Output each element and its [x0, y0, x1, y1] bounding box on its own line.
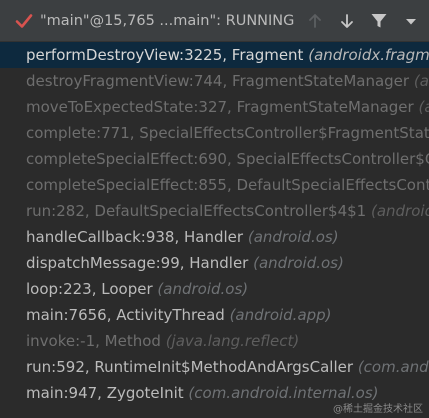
frame-package: (and	[418, 98, 429, 116]
stack-frame-row[interactable]: moveToExpectedState:327, FragmentStateMa…	[0, 94, 429, 120]
stack-frame-row[interactable]: performDestroyView:3225, Fragment (andro…	[0, 42, 429, 68]
frame-package: (android.app)	[229, 306, 332, 324]
stack-frame-row[interactable]: completeSpecialEffect:855, DefaultSpecia…	[0, 172, 429, 198]
filter-icon[interactable]	[369, 11, 389, 31]
frame-method: completeSpecialEffect:690, SpecialEffect…	[26, 150, 429, 168]
frame-package: (android.os)	[253, 254, 344, 272]
frame-method: run:592, RuntimeInit$MethodAndArgsCaller	[26, 358, 354, 376]
frame-method: completeSpecialEffect:855, DefaultSpecia…	[26, 176, 429, 194]
stack-frame-row[interactable]: invoke:-1, Method (java.lang.reflect)	[0, 328, 429, 354]
step-up-arrow-icon[interactable]	[305, 11, 325, 31]
frame-method: loop:223, Looper	[26, 280, 153, 298]
frame-package: (java.lang.reflect)	[165, 332, 300, 350]
stack-frame-row[interactable]: run:592, RuntimeInit$MethodAndArgsCaller…	[0, 354, 429, 380]
stack-frames-list: performDestroyView:3225, Fragment (andro…	[0, 42, 429, 418]
frame-method: performDestroyView:3225, Fragment	[26, 46, 304, 64]
frame-method: invoke:-1, Method	[26, 332, 161, 350]
stack-frame-row[interactable]: handleCallback:938, Handler (android.os)	[0, 224, 429, 250]
stack-frame-row[interactable]: run:282, DefaultSpecialEffectsController…	[0, 198, 429, 224]
stack-frame-row[interactable]: destroyFragmentView:744, FragmentStateMa…	[0, 68, 429, 94]
frame-method: destroyFragmentView:744, FragmentStateMa…	[26, 72, 410, 90]
dropdown-icon[interactable]	[401, 11, 421, 31]
step-down-arrow-icon[interactable]	[337, 11, 357, 31]
watermark: @稀土掘金技术社区	[333, 404, 423, 415]
frame-method: handleCallback:938, Handler	[26, 228, 244, 246]
frame-package: (androidx.fragmer	[308, 46, 429, 64]
frame-method: run:282, DefaultSpecialEffectsController…	[26, 202, 367, 220]
frame-package: (android.os)	[247, 228, 339, 246]
stack-frame-row[interactable]: main:7656, ActivityThread (android.app)	[0, 302, 429, 328]
stack-frame-row[interactable]: completeSpecialEffect:690, SpecialEffect…	[0, 146, 429, 172]
thread-selector[interactable]: "main"@15,765 ...main": RUNNING	[40, 0, 294, 42]
frame-method: moveToExpectedState:327, FragmentStateMa…	[26, 98, 414, 116]
check-icon	[15, 14, 33, 28]
frame-method: main:947, ZygoteInit	[26, 384, 184, 402]
stack-frame-row[interactable]: dispatchMessage:99, Handler (android.os)	[0, 250, 429, 276]
frame-package: (com.andro	[357, 358, 429, 376]
frame-method: main:7656, ActivityThread	[26, 306, 225, 324]
frames-toolbar: "main"@15,765 ...main": RUNNING	[0, 0, 429, 42]
stack-frame-row[interactable]: loop:223, Looper (android.os)	[0, 276, 429, 302]
stack-frame-row[interactable]: complete:771, SpecialEffectsController$F…	[0, 120, 429, 146]
frame-package: (androidx.fra	[370, 202, 429, 220]
frame-package: (android.os)	[157, 280, 249, 298]
frame-method: complete:771, SpecialEffectsController$F…	[26, 124, 429, 142]
frame-method: dispatchMessage:99, Handler	[26, 254, 249, 272]
frame-package: (and	[413, 72, 429, 90]
